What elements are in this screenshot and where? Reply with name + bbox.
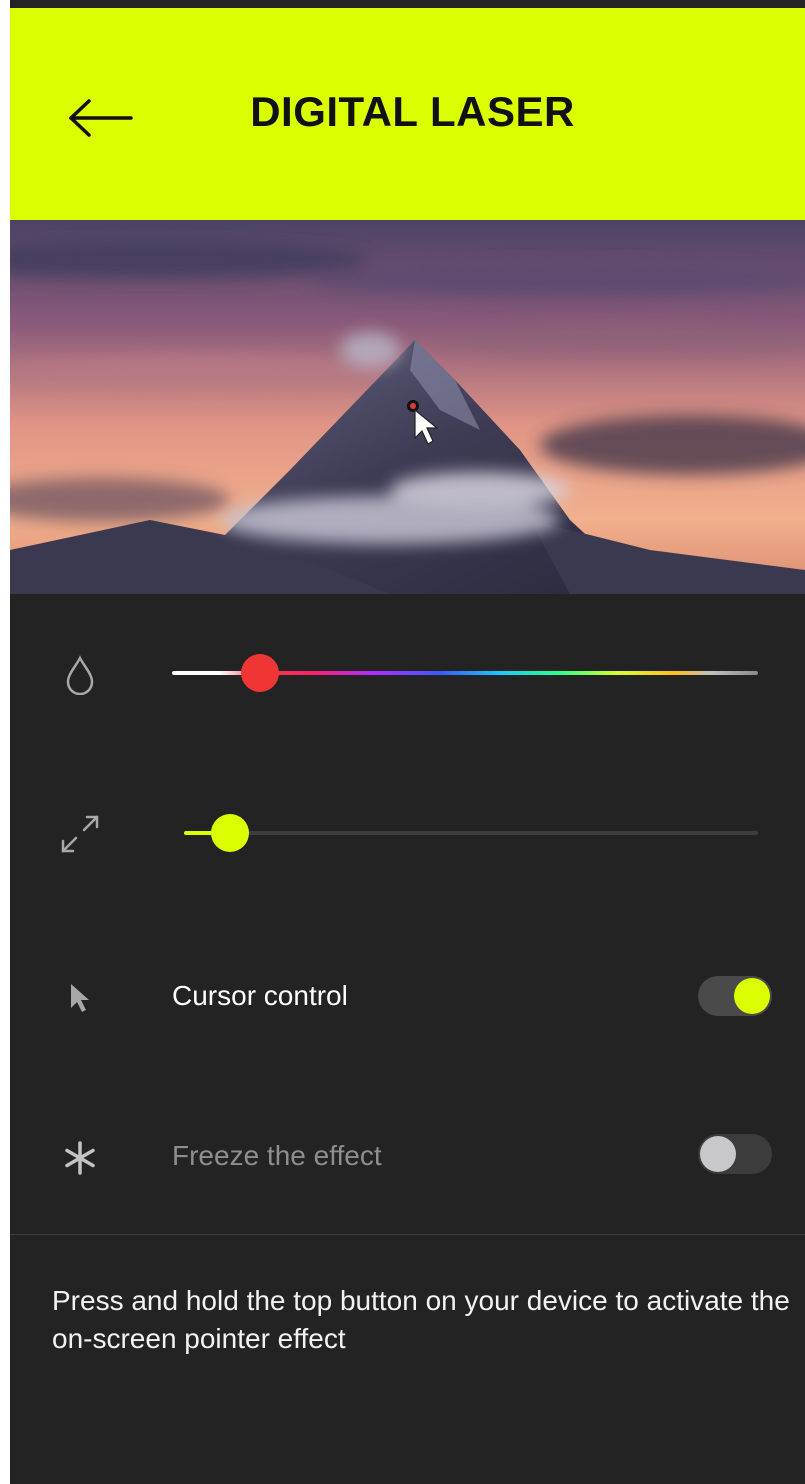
toggle-knob — [700, 1136, 736, 1172]
page-title: DIGITAL LASER — [250, 88, 575, 135]
droplet-icon — [52, 647, 108, 703]
freeze-effect-row: Freeze the effect — [10, 1130, 805, 1186]
size-slider-track — [184, 831, 758, 835]
color-slider-thumb[interactable] — [240, 654, 279, 692]
app-window: DIGITAL LASER Cursor control Freeze the … — [10, 0, 805, 1484]
color-slider-row — [10, 640, 805, 710]
left-edge-strip — [0, 0, 10, 1484]
instruction-text: Press and hold the top button on your de… — [52, 1285, 790, 1354]
freeze-effect-toggle[interactable] — [698, 1134, 772, 1174]
asterisk-icon — [52, 1130, 108, 1186]
size-slider-row — [10, 800, 805, 870]
preview-image — [10, 220, 805, 594]
divider — [10, 1234, 805, 1235]
freeze-effect-label: Freeze the effect — [172, 1140, 382, 1171]
size-slider-thumb[interactable] — [210, 814, 249, 852]
header-bar: DIGITAL LASER — [10, 8, 805, 220]
cursor-control-toggle[interactable] — [698, 976, 772, 1016]
expand-icon — [52, 806, 108, 862]
cursor-icon — [52, 970, 108, 1026]
cursor-control-label: Cursor control — [172, 980, 348, 1011]
cursor-control-row: Cursor control — [10, 970, 805, 1026]
toggle-knob — [734, 978, 770, 1014]
